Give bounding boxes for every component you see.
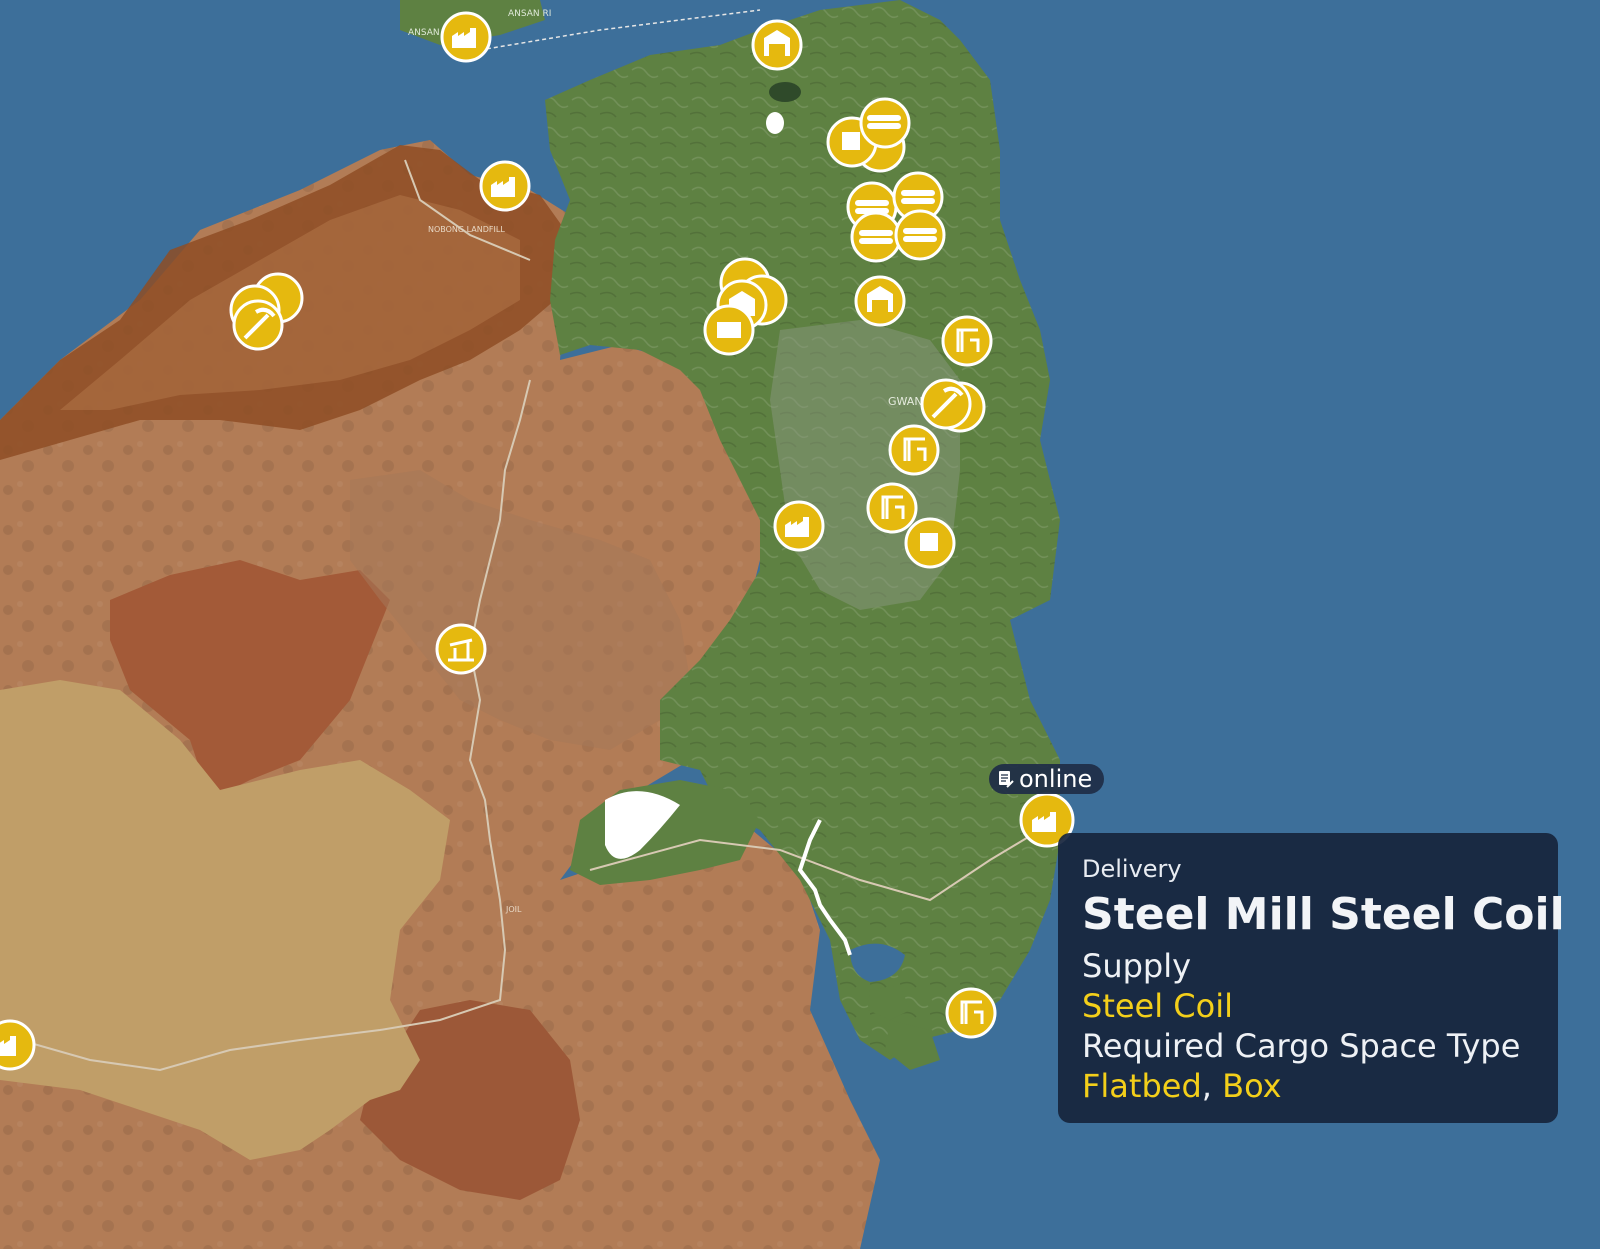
cargo-space-values: Flatbed, Box: [1082, 1066, 1534, 1106]
place-label: NOBONG LANDFILL: [428, 225, 505, 234]
pickaxe-icon[interactable]: [920, 378, 972, 430]
place-label: GWAN: [888, 395, 923, 408]
place-label: JOIL: [505, 905, 522, 914]
oil-pump-icon[interactable]: [435, 623, 487, 675]
crane-icon[interactable]: [888, 424, 940, 476]
pickaxe-icon[interactable]: [232, 299, 284, 351]
building-icon[interactable]: [703, 304, 755, 356]
factory-icon[interactable]: [479, 160, 531, 212]
crane-icon[interactable]: [945, 987, 997, 1039]
box-icon[interactable]: [904, 517, 956, 569]
crane-icon[interactable]: [941, 315, 993, 367]
warehouse-icon[interactable]: [854, 275, 906, 327]
selected-marker-text: online: [1019, 765, 1093, 793]
supply-label: Supply: [1082, 947, 1192, 985]
north-snow: [766, 112, 784, 134]
cargo-space-value: Flatbed: [1082, 1067, 1202, 1105]
factory-icon[interactable]: [773, 500, 825, 552]
place-label: ANSAN RI: [508, 9, 551, 19]
document-edit-icon: [999, 771, 1014, 788]
warehouse-icon[interactable]: [751, 19, 803, 71]
cargo-space-value: Box: [1222, 1067, 1282, 1105]
tooltip-title: Steel Mill Steel Coil: [1082, 889, 1565, 940]
logs-icon[interactable]: [850, 211, 902, 263]
north-pond: [769, 82, 801, 102]
factory-icon[interactable]: [0, 1019, 36, 1071]
factory-icon[interactable]: [440, 11, 492, 63]
logs-icon[interactable]: [894, 209, 946, 261]
supply-value: Steel Coil: [1082, 987, 1233, 1025]
cargo-space-label: Required Cargo Space Type: [1082, 1027, 1521, 1065]
delivery-tooltip: Delivery Steel Mill Steel Coil Supply St…: [1058, 833, 1565, 1123]
crane-icon[interactable]: [866, 482, 918, 534]
logs-icon[interactable]: [859, 97, 911, 149]
tooltip-category: Delivery: [1082, 855, 1182, 883]
selected-marker-label[interactable]: online: [989, 764, 1105, 794]
cargo-separator: ,: [1201, 1067, 1223, 1105]
